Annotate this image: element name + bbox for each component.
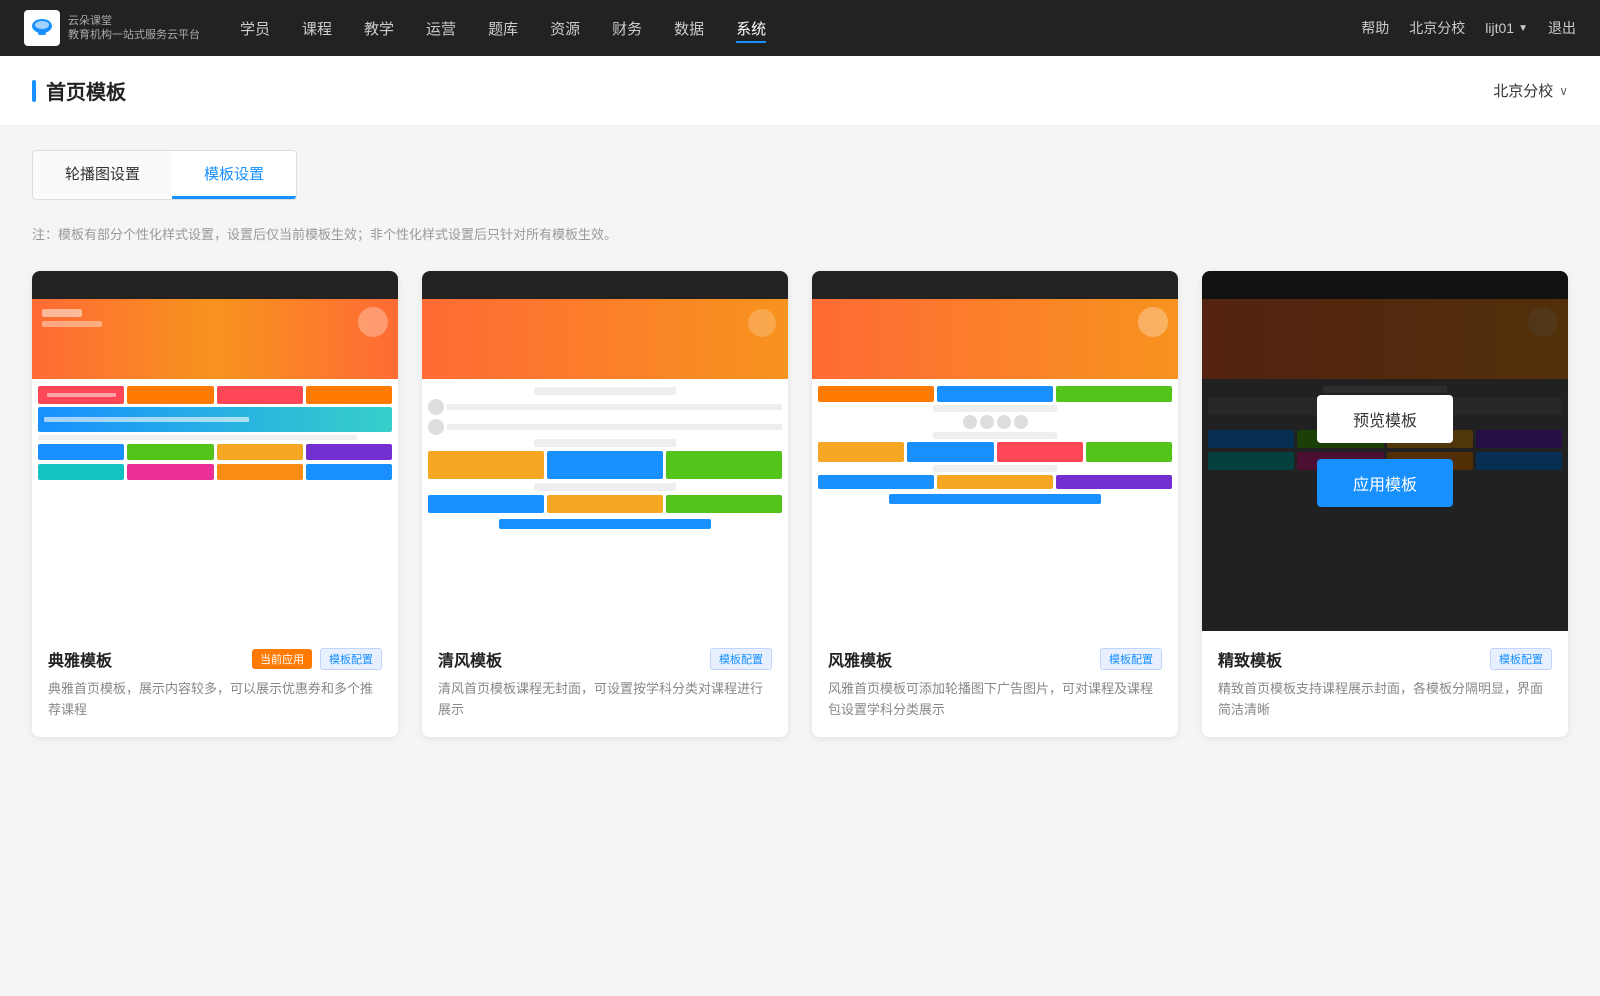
template-desc-fengya: 风雅首页模板可添加轮播图下广告图片，可对课程及课程包设置学科分类展示 xyxy=(828,679,1162,721)
template-title-row-qingfeng: 清风模板 模板配置 xyxy=(438,647,772,671)
template-name-jingzhi: 精致模板 xyxy=(1218,647,1282,671)
preview-btn-jingzhi[interactable]: 预览模板 xyxy=(1317,395,1453,443)
user-dropdown-arrow: ▼ xyxy=(1518,23,1528,34)
page-title-wrap: 首页模板 xyxy=(32,76,126,105)
template-badges-dianyan: 当前应用 模板配置 xyxy=(252,648,382,670)
template-name-qingfeng: 清风模板 xyxy=(438,647,502,671)
template-footer-dianyan: 典雅模板 当前应用 模板配置 典雅首页模板，展示内容较多，可以展示优惠券和多个推… xyxy=(32,631,398,737)
template-badges-jingzhi: 模板配置 xyxy=(1490,648,1552,670)
nav-item-tiku[interactable]: 题库 xyxy=(488,14,518,43)
user-menu[interactable]: lijt01 ▼ xyxy=(1485,20,1528,36)
template-desc-jingzhi: 精致首页模板支持课程展示封面，各模板分隔明显，界面简洁清晰 xyxy=(1218,679,1552,721)
logo-text: 云朵课堂 教育机构一站式服务云平台 xyxy=(68,14,200,43)
template-desc-dianyan: 典雅首页模板，展示内容较多，可以展示优惠券和多个推荐课程 xyxy=(48,679,382,721)
template-badges-qingfeng: 模板配置 xyxy=(710,648,772,670)
nav-item-caiwu[interactable]: 财务 xyxy=(612,14,642,43)
template-preview-jingzhi[interactable]: 预览模板 应用模板 xyxy=(1202,271,1568,631)
template-name-fengya: 风雅模板 xyxy=(828,647,892,671)
nav-item-xitong[interactable]: 系统 xyxy=(736,14,766,43)
template-title-row-dianyan: 典雅模板 当前应用 模板配置 xyxy=(48,647,382,671)
nav-item-kecheng[interactable]: 课程 xyxy=(302,14,332,43)
logout-link[interactable]: 退出 xyxy=(1548,18,1576,38)
template-card-jingzhi: 预览模板 应用模板 精致模板 模板配置 精致首页模板支持课程展示封面，各模板分隔… xyxy=(1202,271,1568,737)
tabs: 轮播图设置 模板设置 xyxy=(32,150,297,200)
page-title: 首页模板 xyxy=(46,76,126,105)
badge-current-dianyan: 当前应用 xyxy=(252,649,312,669)
branch-selector-arrow: ∨ xyxy=(1559,84,1568,98)
nav-right: 帮助 北京分校 lijt01 ▼ 退出 xyxy=(1361,18,1576,38)
template-preview-dianyan[interactable] xyxy=(32,271,398,631)
nav-item-jiaoxue[interactable]: 教学 xyxy=(364,14,394,43)
page-title-bar xyxy=(32,80,36,102)
template-card-qingfeng: 清风模板 模板配置 清风首页模板课程无封面，可设置按学科分类对课程进行展示 xyxy=(422,271,788,737)
branch-link[interactable]: 北京分校 xyxy=(1409,18,1465,38)
nav-menu: 学员 课程 教学 运营 题库 资源 财务 数据 系统 xyxy=(240,14,1361,43)
template-title-row-jingzhi: 精致模板 模板配置 xyxy=(1218,647,1552,671)
template-grid: 典雅模板 当前应用 模板配置 典雅首页模板，展示内容较多，可以展示优惠券和多个推… xyxy=(32,271,1568,737)
badge-config-qingfeng[interactable]: 模板配置 xyxy=(710,648,772,670)
apply-btn-jingzhi[interactable]: 应用模板 xyxy=(1317,459,1453,507)
template-badges-fengya: 模板配置 xyxy=(1100,648,1162,670)
template-card-fengya: 风雅模板 模板配置 风雅首页模板可添加轮播图下广告图片，可对课程及课程包设置学科… xyxy=(812,271,1178,737)
help-link[interactable]: 帮助 xyxy=(1361,18,1389,38)
badge-config-dianyan[interactable]: 模板配置 xyxy=(320,648,382,670)
template-footer-fengya: 风雅模板 模板配置 风雅首页模板可添加轮播图下广告图片，可对课程及课程包设置学科… xyxy=(812,631,1178,737)
template-title-row-fengya: 风雅模板 模板配置 xyxy=(828,647,1162,671)
nav-item-shuju[interactable]: 数据 xyxy=(674,14,704,43)
template-name-dianyan: 典雅模板 xyxy=(48,647,112,671)
logo: 云朵课堂 教育机构一站式服务云平台 xyxy=(24,10,200,46)
note-text: 注：模板有部分个性化样式设置，设置后仅当前模板生效；非个性化样式设置后只针对所有… xyxy=(32,224,1568,243)
nav-item-xueyuan[interactable]: 学员 xyxy=(240,14,270,43)
tab-template[interactable]: 模板设置 xyxy=(172,151,296,199)
template-preview-fengya[interactable] xyxy=(812,271,1178,631)
main-nav: 云朵课堂 教育机构一站式服务云平台 学员 课程 教学 运营 题库 资源 财务 数… xyxy=(0,0,1600,56)
badge-config-jingzhi[interactable]: 模板配置 xyxy=(1490,648,1552,670)
template-preview-qingfeng[interactable] xyxy=(422,271,788,631)
nav-item-yuying[interactable]: 运营 xyxy=(426,14,456,43)
page-header: 首页模板 北京分校 ∨ xyxy=(0,56,1600,126)
template-footer-qingfeng: 清风模板 模板配置 清风首页模板课程无封面，可设置按学科分类对课程进行展示 xyxy=(422,631,788,737)
tab-carousel[interactable]: 轮播图设置 xyxy=(33,151,172,199)
template-footer-jingzhi: 精致模板 模板配置 精致首页模板支持课程展示封面，各模板分隔明显，界面简洁清晰 xyxy=(1202,631,1568,737)
template-desc-qingfeng: 清风首页模板课程无封面，可设置按学科分类对课程进行展示 xyxy=(438,679,772,721)
template-card-dianyan: 典雅模板 当前应用 模板配置 典雅首页模板，展示内容较多，可以展示优惠券和多个推… xyxy=(32,271,398,737)
branch-selector[interactable]: 北京分校 ∨ xyxy=(1493,80,1568,101)
content-area: 轮播图设置 模板设置 注：模板有部分个性化样式设置，设置后仅当前模板生效；非个性… xyxy=(0,126,1600,996)
nav-item-ziyuan[interactable]: 资源 xyxy=(550,14,580,43)
logo-icon xyxy=(24,10,60,46)
badge-config-fengya[interactable]: 模板配置 xyxy=(1100,648,1162,670)
